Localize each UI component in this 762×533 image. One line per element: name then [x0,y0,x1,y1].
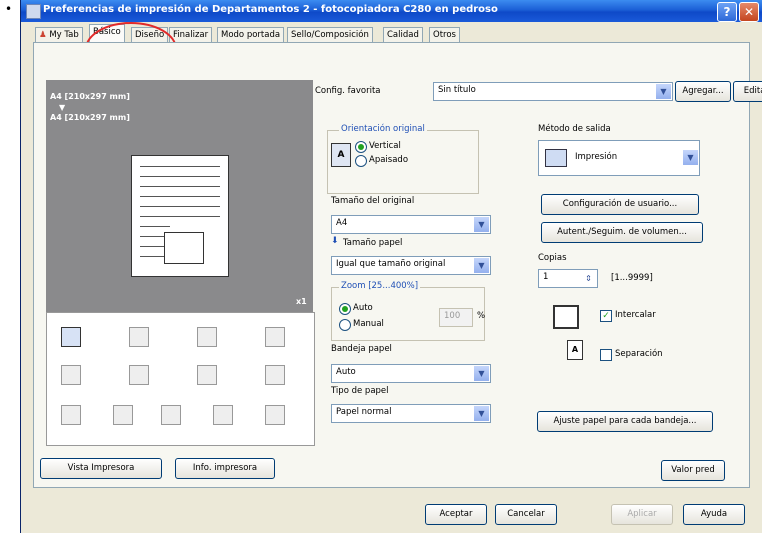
zoom-auto-label: Auto [353,303,373,313]
orientation-title: Orientación original [339,124,427,134]
duplex-icon[interactable] [197,327,217,347]
copies-input[interactable]: 1 ⇕ [538,269,598,288]
zoom-unit: % [477,311,486,321]
paper-size-label: Tamaño papel [343,238,403,248]
original-size-select[interactable]: A4 ▼ [331,215,491,234]
help-button[interactable]: Ayuda [683,504,745,525]
output-method-label: Método de salida [538,124,611,134]
tray-label: Bandeja papel [331,344,392,354]
chevron-down-icon: ▼ [656,84,671,99]
original-size-label: Tamaño del original [331,196,415,206]
watermark-icon[interactable] [265,405,285,425]
print-preferences-dialog: Preferencias de impresión de Departament… [20,0,762,533]
cover-icon[interactable] [61,365,81,385]
function-icon-grid [46,312,315,446]
tab-sello-composicion[interactable]: Sello/Composición [287,27,373,43]
zoom-auto-radio[interactable] [339,303,351,315]
copies-label: Copias [538,253,567,263]
separation-checkbox[interactable] [600,349,612,361]
output-print-icon[interactable] [61,327,81,347]
title-bar[interactable]: Preferencias de impresión de Departament… [21,0,762,22]
auth-tracking-button[interactable]: Autent./Seguim. de volumen... [541,222,703,243]
add-favorite-button[interactable]: Agregar... [675,81,731,102]
chevron-down-icon: ▼ [474,217,489,232]
original-size-value: A4 [336,218,348,228]
apaisado-label: Apaisado [369,155,409,165]
booklet-icon[interactable] [197,365,217,385]
vista-impresora-button[interactable]: Vista Impresora [40,458,162,479]
close-button[interactable]: ✕ [739,2,759,22]
zoom-manual-radio[interactable] [339,319,351,331]
tray-value: Auto [336,367,356,377]
apply-button[interactable]: Aplicar [611,504,673,525]
tab-finalizar[interactable]: Finalizar [169,27,213,43]
vertical-label: Vertical [369,141,401,151]
collate-icon [553,305,579,329]
collate-checkbox[interactable]: ✓ [600,310,612,322]
fold-icon[interactable] [265,365,285,385]
chevron-down-icon: ▼ [683,150,698,165]
tray-icon[interactable] [61,405,81,425]
paper-size-value: Igual que tamaño original [336,259,446,269]
bullet: • [5,2,13,16]
overlay-icon[interactable] [213,405,233,425]
portrait-icon: A [331,143,351,167]
preview-paper-size: A4 [210x297 mm] [50,113,130,122]
favorite-value: Sin título [438,85,476,95]
output-method-select[interactable]: Impresión ▼ [538,140,700,176]
zoom-title: Zoom [25...400%] [339,281,421,291]
tray-select[interactable]: Auto ▼ [331,364,491,383]
info-impresora-button[interactable]: Info. impresora [175,458,275,479]
stamp-icon[interactable] [161,405,181,425]
preview-image-block [164,232,204,264]
paper-type-value: Papel normal [336,407,392,417]
copies-value: 1 [543,272,549,282]
help-title-button[interactable]: ? [717,2,737,22]
paper-type-select[interactable]: Papel normal ▼ [331,404,491,423]
apaisado-radio[interactable] [355,155,367,167]
punch-icon[interactable] [265,327,285,347]
spinner-icon[interactable]: ⇕ [581,271,596,286]
paper-size-select[interactable]: Igual que tamaño original ▼ [331,256,491,275]
default-value-button[interactable]: Valor pred [661,460,725,481]
chevron-down-icon: ▼ [474,258,489,273]
output-method-value: Impresión [575,152,618,162]
favorite-label: Config. favorita [315,86,381,96]
zoom-value-input[interactable]: 100 [439,308,473,327]
accept-button[interactable]: Aceptar [425,504,487,525]
network-icon[interactable] [113,405,133,425]
combine-icon[interactable] [129,365,149,385]
chevron-down-icon: ▼ [474,366,489,381]
window-title: Preferencias de impresión de Departament… [43,4,498,15]
tab-my-tab[interactable]: ♟ My Tab [35,27,83,43]
cancel-button[interactable]: Cancelar [495,504,557,525]
printer-icon [26,4,41,19]
collate-label: Intercalar [615,310,656,320]
preview-original-size: A4 [210x297 mm] [50,92,130,101]
favorite-select[interactable]: Sin título ▼ [433,82,673,101]
edit-favorite-button[interactable]: Editar... [733,81,762,102]
separation-icon: A [567,340,583,360]
chevron-down-icon: ▼ [474,406,489,421]
staple-icon[interactable] [129,327,149,347]
vertical-radio[interactable] [355,141,367,153]
arrow-down-icon: ⬇ [331,236,339,246]
separation-label: Separación [615,349,663,359]
user-config-button[interactable]: Configuración de usuario... [541,194,699,215]
tab-otros[interactable]: Otros [429,27,460,43]
tray-adjust-button[interactable]: Ajuste papel para cada bandeja... [537,411,713,432]
zoom-manual-label: Manual [353,319,384,329]
preview-copies-mark: x1 [296,297,307,306]
copies-range: [1...9999] [611,273,653,283]
user-icon: ♟ [39,30,47,40]
preview-arrow: ▼ [59,103,66,112]
paper-type-label: Tipo de papel [331,386,389,396]
tab-calidad[interactable]: Calidad [383,27,423,43]
print-output-icon [545,149,567,167]
tab-modo-portada[interactable]: Modo portada [217,27,285,43]
